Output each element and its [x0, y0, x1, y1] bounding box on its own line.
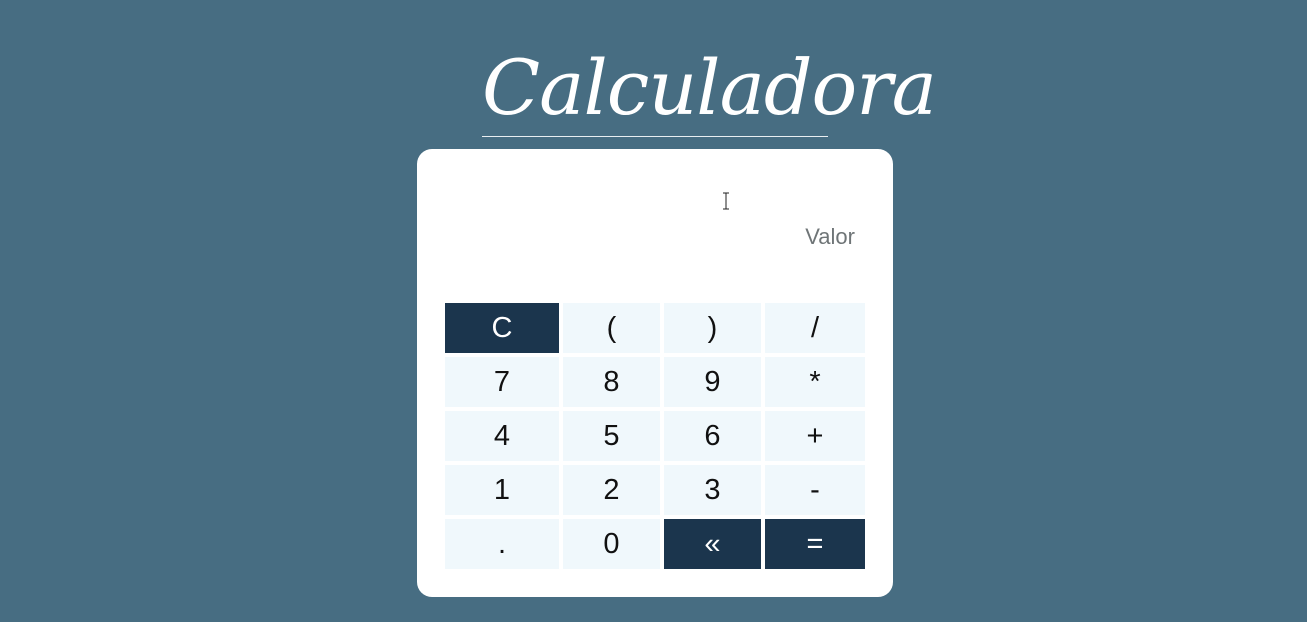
equals-button[interactable]: = — [765, 519, 865, 569]
digit-6-button[interactable]: 6 — [664, 411, 761, 461]
title-container: Calculadora — [482, 40, 937, 137]
clear-button[interactable]: C — [445, 303, 559, 353]
backspace-button[interactable]: « — [664, 519, 761, 569]
page: Calculadora C ( ) / 7 8 9 * 4 5 6 + 1 2 … — [0, 0, 1307, 622]
digit-8-button[interactable]: 8 — [563, 357, 660, 407]
keypad: C ( ) / 7 8 9 * 4 5 6 + 1 2 3 - . 0 « = — [445, 303, 865, 569]
open-paren-button[interactable]: ( — [563, 303, 660, 353]
calculator-card: C ( ) / 7 8 9 * 4 5 6 + 1 2 3 - . 0 « = — [417, 149, 893, 597]
subtract-button[interactable]: - — [765, 465, 865, 515]
digit-2-button[interactable]: 2 — [563, 465, 660, 515]
page-title: Calculadora — [482, 43, 937, 132]
digit-3-button[interactable]: 3 — [664, 465, 761, 515]
digit-7-button[interactable]: 7 — [445, 357, 559, 407]
text-cursor-icon — [723, 192, 729, 210]
digit-0-button[interactable]: 0 — [563, 519, 660, 569]
divide-button[interactable]: / — [765, 303, 865, 353]
display-input[interactable] — [445, 169, 865, 305]
close-paren-button[interactable]: ) — [664, 303, 761, 353]
add-button[interactable]: + — [765, 411, 865, 461]
digit-4-button[interactable]: 4 — [445, 411, 559, 461]
decimal-button[interactable]: . — [445, 519, 559, 569]
multiply-button[interactable]: * — [765, 357, 865, 407]
digit-5-button[interactable]: 5 — [563, 411, 660, 461]
digit-9-button[interactable]: 9 — [664, 357, 761, 407]
digit-1-button[interactable]: 1 — [445, 465, 559, 515]
